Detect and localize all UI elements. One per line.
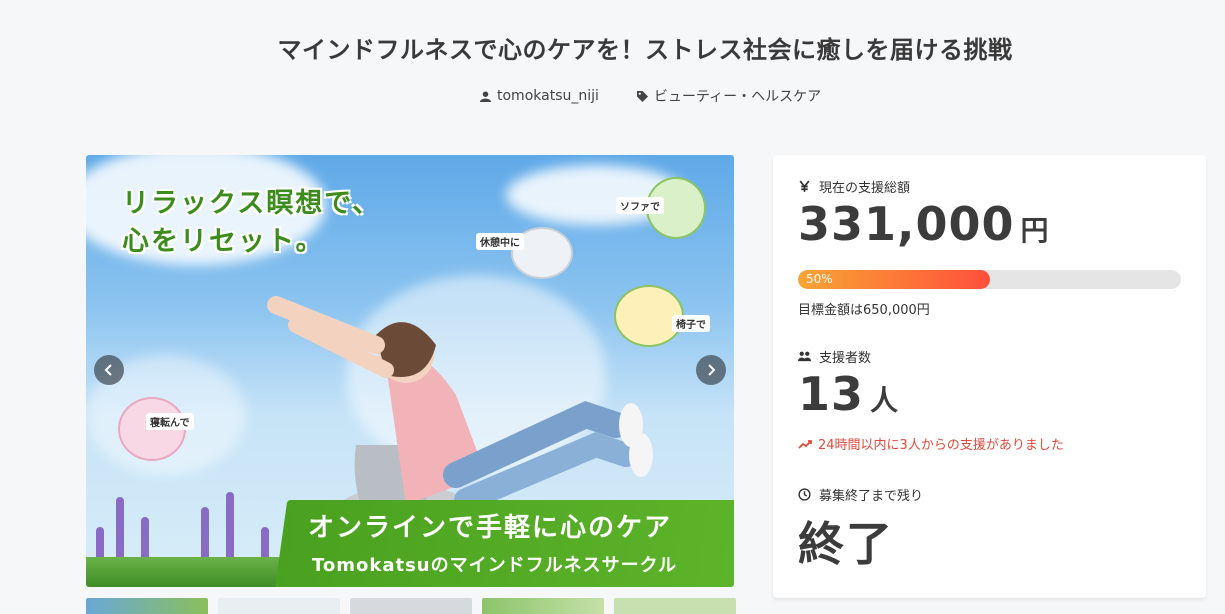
deadline-value: 終了: [798, 517, 894, 571]
supporters-unit: 人: [870, 384, 900, 417]
total-label-row: 現在の支援総額: [798, 177, 910, 196]
carousel-next-button[interactable]: [696, 355, 726, 385]
author-name: tomokatsu_niji: [497, 88, 599, 104]
bubble-label-break: 休憩中に: [476, 233, 524, 250]
progress-bar: 50%: [798, 270, 1181, 289]
project-meta: tomokatsu_niji ビューティー・ヘルスケア: [480, 86, 821, 106]
total-amount-value: 331,000: [798, 197, 1015, 251]
trending-up-icon: [798, 439, 812, 449]
total-label: 現在の支援総額: [819, 181, 911, 196]
bubble-label-lying: 寝転んで: [146, 413, 194, 430]
carousel-prev-button[interactable]: [94, 355, 124, 385]
hero-headline-line2: 心をリセット。: [122, 226, 325, 257]
thumbnail[interactable]: [614, 598, 736, 614]
author-link[interactable]: tomokatsu_niji: [480, 86, 599, 106]
hero-banner-line2: Tomokatsuのマインドフルネスサークル: [312, 555, 678, 576]
hero-headline-line1: リラックス瞑想で、: [122, 188, 382, 219]
deadline-label-row: 募集終了まで残り: [798, 485, 923, 504]
user-icon: [480, 90, 491, 102]
clock-icon: [798, 488, 811, 501]
supporters-count-value: 13: [798, 367, 865, 421]
total-amount: 331,000 円: [798, 197, 1050, 251]
hero-carousel[interactable]: リラックス瞑想で、 心をリセット。 ソファで 休憩中に 椅子で 寝転んで オンラ…: [86, 155, 734, 587]
thumbnail[interactable]: [86, 598, 208, 614]
grass-decoration: [86, 557, 306, 587]
bubble-label-chair: 椅子で: [672, 315, 710, 332]
hero-headline: リラックス瞑想で、 心をリセット。: [122, 185, 381, 261]
bubble-label-sofa: ソファで: [616, 197, 664, 214]
thumbnail[interactable]: [482, 598, 604, 614]
funding-panel: 現在の支援総額 331,000 円 50% 目標金額は650,000円 支援者数 …: [773, 155, 1206, 598]
recent-support-text: 24時間以内に3人からの支援がありました: [818, 438, 1064, 453]
hero-banner-line1: オンラインで手軽に心のケア: [308, 513, 673, 543]
deadline-label: 募集終了まで残り: [819, 489, 924, 504]
progress-fill: 50%: [798, 270, 990, 289]
recent-support-notice: 24時間以内に3人からの支援がありました: [798, 434, 1064, 453]
category-link[interactable]: ビューティー・ヘルスケア: [636, 86, 822, 106]
chevron-left-icon: [104, 364, 112, 376]
yen-icon: [799, 180, 810, 192]
tag-icon: [636, 90, 648, 102]
goal-amount: 目標金額は650,000円: [798, 303, 930, 318]
thumbnail[interactable]: [350, 598, 472, 614]
users-icon: [798, 351, 811, 362]
page-title: マインドフルネスで心のケアを！ストレス社会に癒しを届ける挑戦: [277, 36, 1013, 64]
thumbnail[interactable]: [218, 598, 340, 614]
supporters-label-row: 支援者数: [798, 347, 871, 366]
supporters-count: 13 人: [798, 367, 899, 421]
carousel-thumbnails: [86, 598, 736, 614]
currency-unit: 円: [1020, 214, 1050, 247]
chevron-right-icon: [708, 364, 716, 376]
supporters-label: 支援者数: [819, 351, 872, 366]
category-name: ビューティー・ヘルスケア: [653, 89, 822, 105]
